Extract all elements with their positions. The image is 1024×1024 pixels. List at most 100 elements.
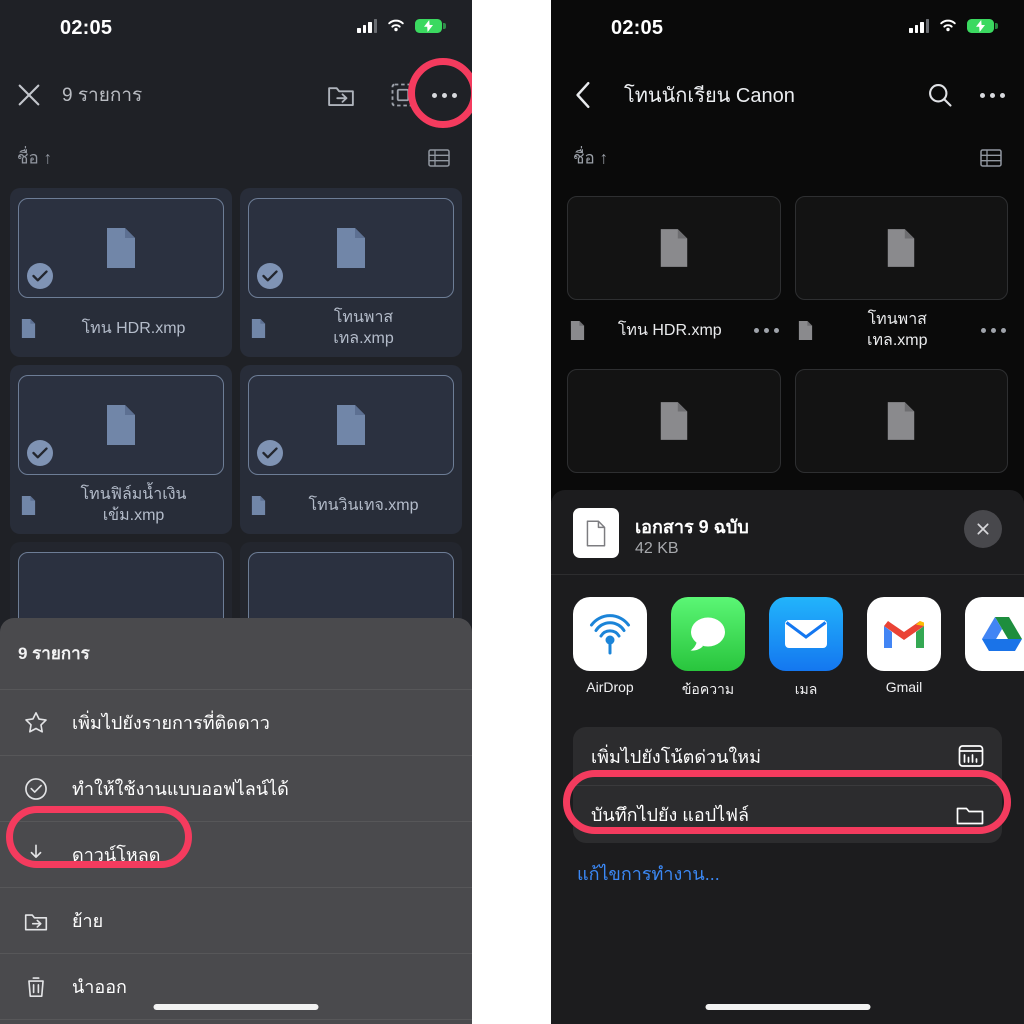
file-meta: โทน HDR.xmp [18,307,224,349]
sort-label[interactable]: ชื่อ ↑ [573,145,608,172]
file-more-options-icon[interactable] [981,327,1006,333]
battery-charging-icon [415,18,446,33]
sheet-title: 9 รายการ [18,644,90,663]
battery-charging-icon [967,18,998,33]
share-app-label: เมล [794,681,818,697]
document-icon [660,402,687,440]
shared-doc-thumbnail [573,508,619,558]
file-meta: โทนพาส เทล.xmp [795,309,1009,351]
share-app-drive[interactable] [965,597,1024,701]
menu-item-make-available-offline[interactable]: ทำให้ใช้งานแบบออฟไลน์ได้ [0,756,472,822]
action-label: เพิ่มไปยังโน้ตด่วนใหม่ [591,746,761,767]
document-icon [888,229,915,267]
file-name: โทนพาส เทล.xmp [867,311,928,349]
file-name: โทนฟิล์มน้ำเงิน เข้ม.xmp [80,486,187,524]
shared-doc-size: 42 KB [635,540,679,557]
file-card[interactable]: โทนฟิล์มน้ำเงิน เข้ม.xmp [10,365,232,534]
document-icon [21,495,36,515]
mail-icon [769,597,843,671]
left-sort-row: ชื่อ ↑ [0,134,472,182]
share-app-mail[interactable]: เมล [769,597,843,701]
sheet-title-row: 9 รายการ [0,618,472,690]
select-all-icon[interactable] [389,81,417,109]
share-app-label: AirDrop [586,679,634,695]
file-name: โทน HDR.xmp [81,319,186,337]
home-indicator [153,1004,319,1010]
sort-label[interactable]: ชื่อ ↑ [17,145,52,172]
right-sort-row: ชื่อ ↑ [551,134,1024,182]
more-options-icon[interactable] [430,81,458,109]
home-indicator [705,1004,870,1010]
file-card[interactable]: โทน HDR.xmp [10,188,232,357]
file-thumbnail [794,369,1008,473]
file-card[interactable] [565,361,783,473]
document-icon [107,405,135,445]
list-view-icon[interactable] [428,148,450,168]
file-card[interactable]: โทนวินเทจ.xmp [240,365,462,534]
right-file-grid: โทน HDR.xmp โทนพาส เทล.xmp [551,182,1024,473]
share-app-label: ข้อความ [681,681,735,697]
selected-check-icon [257,263,283,289]
share-app-messages[interactable]: ข้อความ [671,597,745,701]
menu-item-label: ทำให้ใช้งานแบบออฟไลน์ได้ [72,779,289,799]
file-thumbnail [248,198,454,298]
more-options-icon[interactable] [978,81,1006,109]
cellular-signal-icon [909,18,929,33]
status-icons [909,18,998,33]
selected-check-icon [257,440,283,466]
file-name: โทนพาส เทล.xmp [333,309,394,347]
file-meta: โทนฟิล์มน้ำเงิน เข้ม.xmp [18,484,224,526]
wifi-icon [388,19,404,32]
share-actions-list: เพิ่มไปยังโน้ตด่วนใหม่ บันทึกไปยัง แอปไฟ… [573,727,1002,843]
menu-item-download[interactable]: ดาวน์โหลด [0,822,472,888]
file-thumbnail [567,369,781,473]
file-card[interactable]: โทน HDR.xmp [565,188,783,351]
action-save-to-files[interactable]: บันทึกไปยัง แอปไฟล์ [573,785,1002,843]
search-icon[interactable] [926,81,954,109]
status-time: 02:05 [611,17,664,39]
folder-title: โทนนักเรียน Canon [624,85,795,107]
options-bottom-sheet: 9 รายการ เพิ่มไปยังรายการที่ติดดาว ทำให้… [0,618,472,1024]
close-icon[interactable] [964,510,1002,548]
document-icon [251,318,266,338]
menu-item-label: เพิ่มไปยังรายการที่ติดดาว [72,713,270,733]
close-icon[interactable] [15,81,43,109]
file-name: โทนวินเทจ.xmp [308,496,419,514]
selected-check-icon [27,263,53,289]
status-bar-left: 02:05 [0,0,472,56]
folder-icon [956,807,984,824]
file-card[interactable]: โทนพาส เทล.xmp [793,188,1011,351]
trash-icon [0,974,72,1000]
document-icon [660,229,687,267]
action-add-to-quick-note[interactable]: เพิ่มไปยังโน้ตด่วนใหม่ [573,727,1002,785]
file-name: โทน HDR.xmp [617,321,722,339]
share-sheet-header: เอกสาร 9 ฉบับ 42 KB [551,490,1024,575]
file-thumbnail [18,198,224,298]
right-phone-panel: 02:05 โทนนักเรียน Canon ชื่อ ↑ โทน HDR.x… [551,0,1024,1024]
move-to-folder-icon[interactable] [326,80,356,110]
file-thumbnail [794,196,1008,300]
list-view-icon[interactable] [980,148,1002,168]
document-icon [107,228,135,268]
cellular-signal-icon [357,18,377,33]
download-icon [0,842,72,868]
file-meta: โทน HDR.xmp [567,309,781,351]
share-app-airdrop[interactable]: AirDrop [573,597,647,701]
share-app-gmail[interactable]: Gmail [867,597,941,701]
edit-actions-link[interactable]: แก้ไขการทำงาน... [577,859,1024,888]
document-icon [586,520,606,546]
document-icon [251,495,266,515]
file-more-options-icon[interactable] [753,327,779,333]
file-card[interactable] [793,361,1011,473]
wifi-icon [940,19,956,32]
file-card[interactable]: โทนพาส เทล.xmp [240,188,462,357]
menu-item-move[interactable]: ย้าย [0,888,472,954]
menu-item-remove[interactable]: นำออก [0,954,472,1020]
file-thumbnail [567,196,781,300]
document-icon [570,320,585,340]
ios-share-sheet: เอกสาร 9 ฉบับ 42 KB AirDrop ข้อความ เมล … [551,490,1024,1024]
back-chevron-icon[interactable] [571,80,597,110]
status-bar-right: 02:05 [551,0,1024,56]
file-meta: โทนพาส เทล.xmp [248,307,454,349]
menu-item-add-to-starred[interactable]: เพิ่มไปยังรายการที่ติดดาว [0,690,472,756]
